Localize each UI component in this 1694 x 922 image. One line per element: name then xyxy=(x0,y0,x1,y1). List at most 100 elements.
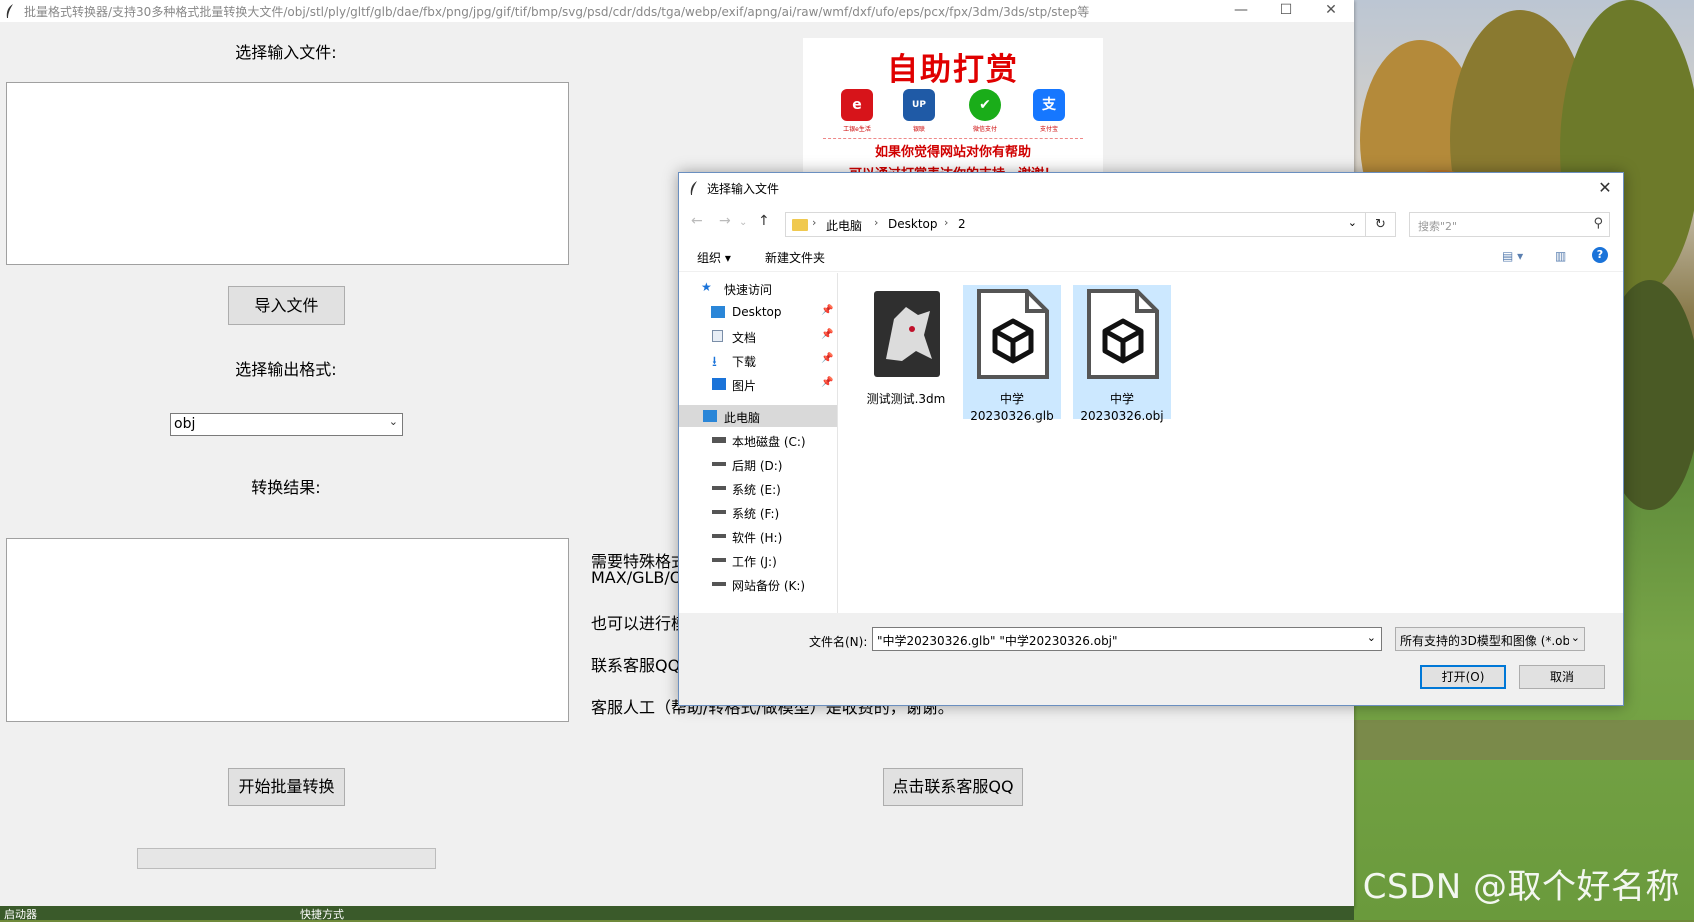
breadcrumb-this-pc[interactable]: 此电脑 xyxy=(826,217,862,234)
search-placeholder: 搜索"2" xyxy=(1418,220,1458,233)
help-icon[interactable]: ? xyxy=(1592,247,1608,263)
nav-label: 系统 (F:) xyxy=(732,507,780,521)
download-icon: ⭳ xyxy=(712,354,717,370)
folder-icon xyxy=(792,219,808,231)
search-input[interactable]: 搜索"2" ⚲ xyxy=(1409,212,1610,237)
minimize-button[interactable]: — xyxy=(1218,0,1264,22)
breadcrumb-desktop[interactable]: Desktop xyxy=(888,217,938,231)
output-format-select[interactable]: obj ⌄ xyxy=(170,413,403,436)
donation-message-2: 可以通过打赏表达你的支持，谢谢！ xyxy=(803,163,1103,172)
nav-drive[interactable]: 软件 (H:) xyxy=(679,525,837,547)
pictures-icon xyxy=(712,378,726,390)
address-bar[interactable]: › 此电脑 › Desktop › 2 ⌄ xyxy=(785,212,1366,237)
pin-icon: 📌 xyxy=(821,377,834,388)
close-button[interactable]: ✕ xyxy=(1308,0,1354,22)
nav-downloads[interactable]: ⭳ 下载 📌 xyxy=(679,349,837,371)
nav-documents[interactable]: 文档 📌 xyxy=(679,325,837,347)
contact-qq-button[interactable]: 点击联系客服QQ xyxy=(883,768,1023,806)
nav-drive[interactable]: 本地磁盘 (C:) xyxy=(679,429,837,451)
file-item-selected[interactable]: 中学20230326.glb xyxy=(963,285,1061,423)
open-button[interactable]: 打开(O) xyxy=(1420,665,1506,689)
result-textbox[interactable] xyxy=(6,538,569,722)
desktop-icon-strip: 启动器 快捷方式 xyxy=(0,906,1354,921)
filename-value: "中学20230326.glb" "中学20230326.obj" xyxy=(877,634,1118,648)
pin-icon: 📌 xyxy=(821,353,834,364)
info-line: MAX/GLB/O xyxy=(591,568,683,587)
donation-title: 自助打赏 xyxy=(887,52,1019,88)
recent-dropdown-icon[interactable]: ⌄ xyxy=(739,217,747,228)
input-files-textbox[interactable] xyxy=(6,82,569,265)
chevron-down-icon: ⌄ xyxy=(1568,631,1580,644)
nav-label: 下载 xyxy=(732,355,757,369)
watermark-text: CSDN @取个好名称 xyxy=(1362,867,1680,907)
import-files-button[interactable]: 导入文件 xyxy=(228,286,345,325)
pin-icon: 📌 xyxy=(821,329,834,340)
back-arrow-icon[interactable]: ← xyxy=(691,213,703,229)
divider xyxy=(823,138,1083,139)
info-line: 联系客服QQ xyxy=(591,656,681,675)
filetype-select[interactable]: 所有支持的3D模型和图像 (*.ob ⌄ xyxy=(1395,627,1585,651)
computer-icon xyxy=(703,410,717,422)
open-file-dialog: 选择输入文件 ✕ ← → ⌄ ↑ › 此电脑 › Desktop › 2 ⌄ ↻… xyxy=(678,172,1624,706)
chevron-down-icon[interactable]: ⌄ xyxy=(1348,216,1357,229)
input-files-label: 选择输入文件: xyxy=(235,43,337,62)
star-icon: ★ xyxy=(701,280,712,294)
pay-caption: 工银e生活 xyxy=(843,126,871,133)
nav-quick-access[interactable]: ★ 快速访问 xyxy=(679,277,837,299)
file-name: 测试测试.3dm xyxy=(866,392,946,406)
refresh-icon[interactable]: ↻ xyxy=(1366,212,1396,237)
file-name: 中学20230326.glb xyxy=(970,392,1054,423)
nav-pictures[interactable]: 图片 📌 xyxy=(679,373,837,395)
path-decoration xyxy=(1354,720,1694,760)
dialog-close-button[interactable]: ✕ xyxy=(1587,173,1623,203)
nav-label: 后期 (D:) xyxy=(732,459,783,473)
drive-icon xyxy=(712,486,726,490)
nav-this-pc[interactable]: 此电脑 xyxy=(679,405,837,427)
nav-drive[interactable]: 工作 (J:) xyxy=(679,549,837,571)
nav-drive[interactable]: 系统 (E:) xyxy=(679,477,837,499)
breadcrumb-folder[interactable]: 2 xyxy=(958,217,966,231)
nav-drive[interactable]: 系统 (F:) xyxy=(679,501,837,523)
desktop-icon xyxy=(711,306,725,318)
chevron-down-icon[interactable]: ⌄ xyxy=(1367,631,1376,644)
icbc-pay-icon: e xyxy=(841,89,873,121)
info-line: 也可以进行模 xyxy=(591,614,688,633)
start-batch-convert-button[interactable]: 开始批量转换 xyxy=(228,768,345,806)
up-arrow-icon[interactable]: ↑ xyxy=(758,213,770,229)
dialog-title: 选择输入文件 xyxy=(707,182,780,196)
navigation-pane: ★ 快速访问 Desktop 📌 文档 📌 ⭳ 下载 📌 图片 📌 此电脑 本地… xyxy=(679,273,838,613)
new-folder-button[interactable]: 新建文件夹 xyxy=(765,249,825,266)
nav-label: 图片 xyxy=(732,379,757,393)
drive-icon xyxy=(712,437,726,443)
nav-label: 网站备份 (K:) xyxy=(732,579,806,593)
pay-caption: 支付宝 xyxy=(1039,126,1058,133)
wechat-pay-icon: ✔ xyxy=(969,89,1001,121)
output-format-label: 选择输出格式: xyxy=(235,360,337,379)
chevron-down-icon: ⌄ xyxy=(388,415,398,428)
dialog-title-bar: 选择输入文件 ✕ xyxy=(679,173,1623,203)
filetype-value: 所有支持的3D模型和图像 (*.ob xyxy=(1400,634,1571,648)
cancel-button[interactable]: 取消 xyxy=(1519,665,1605,689)
nav-drive[interactable]: 网站备份 (K:) xyxy=(679,573,837,595)
feather-icon xyxy=(690,181,697,195)
drive-icon xyxy=(712,558,726,562)
nav-desktop[interactable]: Desktop 📌 xyxy=(679,301,837,323)
drive-icon xyxy=(712,510,726,514)
command-bar: 组织 ▾ 新建文件夹 ▤ ▾ ▥ ? xyxy=(679,243,1623,272)
pay-caption: 银联 xyxy=(912,126,925,133)
rhino-file-icon xyxy=(874,291,940,377)
file-item[interactable]: 测试测试.3dm xyxy=(857,285,955,419)
nav-drive[interactable]: 后期 (D:) xyxy=(679,453,837,475)
preview-pane-icon[interactable]: ▥ xyxy=(1555,249,1566,263)
conversion-progress-bar xyxy=(137,848,436,869)
file-item-selected[interactable]: 中学20230326.obj xyxy=(1073,285,1171,423)
drive-icon xyxy=(712,534,726,538)
output-format-value: obj xyxy=(174,416,196,432)
pin-icon: 📌 xyxy=(821,305,834,316)
forward-arrow-icon[interactable]: → xyxy=(719,213,731,229)
filename-input[interactable]: "中学20230326.glb" "中学20230326.obj" ⌄ xyxy=(872,627,1382,651)
drive-icon xyxy=(712,582,726,586)
maximize-button[interactable]: ☐ xyxy=(1263,0,1309,22)
view-options-icon[interactable]: ▤ ▾ xyxy=(1502,249,1523,263)
organize-menu[interactable]: 组织 ▾ xyxy=(697,249,731,266)
